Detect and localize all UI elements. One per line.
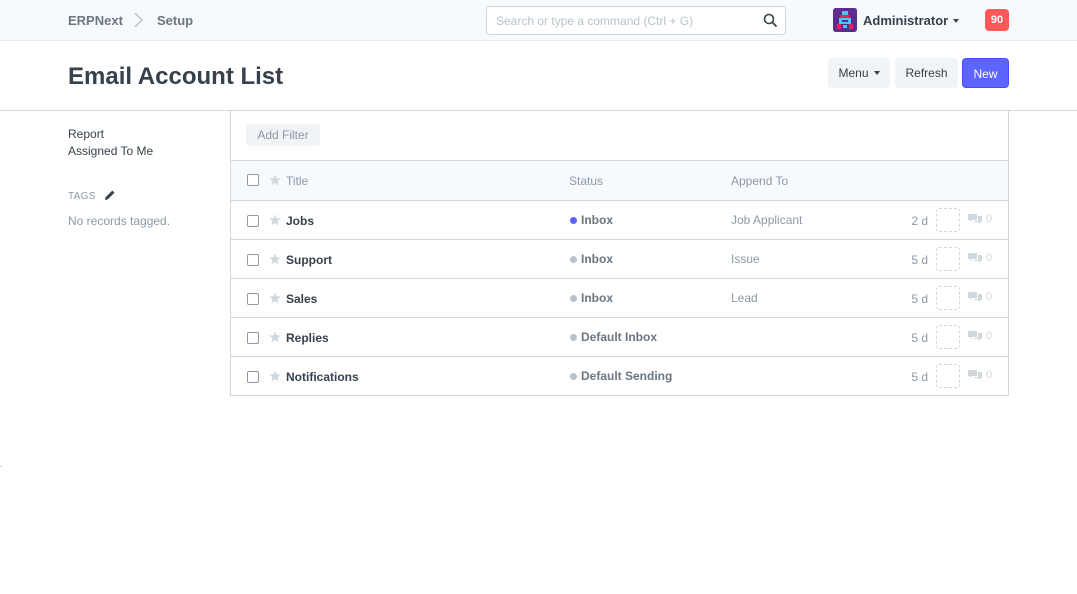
list-view: Add Filter Title Status Append To Jobs I… (230, 111, 1009, 396)
star-icon[interactable] (269, 370, 281, 382)
comment-icon (968, 370, 982, 380)
row-title[interactable]: Replies (286, 331, 329, 345)
row-title[interactable]: Jobs (286, 214, 314, 228)
comment-count: 0 (986, 369, 993, 381)
list-row[interactable]: Sales Inbox Lead 5 d 0 (231, 279, 1008, 318)
comment-icon (968, 292, 982, 302)
column-header-status: Status (569, 174, 604, 188)
list-row[interactable]: Jobs Inbox Job Applicant 2 d 0 (231, 201, 1008, 240)
comment-count: 0 (986, 330, 993, 342)
row-checkbox[interactable] (247, 332, 259, 344)
menu-button-label: Menu (838, 66, 869, 80)
row-modified: 2 d (911, 214, 928, 228)
row-checkbox[interactable] (247, 254, 259, 266)
status-indicator-dot (570, 217, 577, 224)
comment-count: 0 (986, 213, 993, 225)
row-modified: 5 d (911, 253, 928, 267)
row-status[interactable]: Inbox (581, 252, 613, 266)
row-status[interactable]: Inbox (581, 213, 613, 227)
caret-down-icon (953, 18, 960, 23)
row-modified: 5 d (911, 331, 928, 345)
refresh-button[interactable]: Refresh (895, 58, 958, 88)
row-checkbox[interactable] (247, 371, 259, 383)
row-status[interactable]: Default Sending (581, 369, 672, 383)
row-checkbox[interactable] (247, 215, 259, 227)
brand-link[interactable]: ERPNext (68, 13, 123, 28)
menu-button[interactable]: Menu (828, 58, 890, 88)
status-indicator-dot (570, 334, 577, 341)
row-checkbox[interactable] (247, 293, 259, 305)
list-row[interactable]: Replies Default Inbox 5 d 0 (231, 318, 1008, 357)
select-all-checkbox[interactable] (247, 174, 259, 186)
sidebar-assigned-to-me-link[interactable]: Assigned To Me (68, 144, 153, 158)
star-icon[interactable] (269, 253, 281, 265)
user-name: Administrator (863, 13, 949, 28)
sidebar-report-link[interactable]: Report (68, 127, 104, 141)
status-indicator-dot (570, 373, 577, 380)
row-append-to[interactable]: Issue (731, 252, 760, 266)
caret-down-icon (873, 70, 880, 75)
list-row[interactable]: Notifications Default Sending 5 d 0 (231, 357, 1008, 396)
assign-avatar-placeholder[interactable] (936, 325, 960, 349)
new-button[interactable]: New (962, 58, 1009, 88)
list-row[interactable]: Support Inbox Issue 5 d 0 (231, 240, 1008, 279)
page-title: Email Account List (68, 63, 284, 90)
star-icon[interactable] (269, 292, 281, 304)
row-modified: 5 d (911, 292, 928, 306)
status-indicator-dot (570, 295, 577, 302)
star-icon[interactable] (269, 214, 281, 226)
row-append-to[interactable]: Lead (731, 291, 758, 305)
row-title[interactable]: Notifications (286, 370, 359, 384)
column-header-title: Title (286, 174, 309, 188)
row-status[interactable]: Default Inbox (581, 330, 657, 344)
row-title[interactable]: Sales (286, 292, 317, 306)
chevron-right-icon (134, 12, 144, 28)
comment-icon (968, 253, 982, 263)
user-avatar-icon (833, 8, 857, 32)
row-status[interactable]: Inbox (581, 291, 613, 305)
row-append-to[interactable]: Job Applicant (731, 213, 802, 227)
pencil-icon[interactable] (104, 189, 116, 201)
breadcrumb-setup[interactable]: Setup (157, 13, 193, 28)
comment-count: 0 (986, 252, 993, 264)
column-header-append-to: Append To (731, 174, 789, 188)
search-bar[interactable] (486, 6, 786, 35)
user-menu[interactable]: Administrator (863, 13, 960, 28)
page-head: Email Account List Menu Refresh New (0, 41, 1077, 111)
divider (0, 466, 2, 467)
comment-icon (968, 331, 982, 341)
assign-avatar-placeholder[interactable] (936, 286, 960, 310)
comment-count: 0 (986, 291, 993, 303)
assign-avatar-placeholder[interactable] (936, 247, 960, 271)
avatar[interactable] (833, 8, 857, 32)
assign-avatar-placeholder[interactable] (936, 364, 960, 388)
tags-label: TAGS (68, 191, 96, 202)
filter-area: Add Filter (231, 111, 1008, 161)
row-modified: 5 d (911, 370, 928, 384)
navbar: ERPNext Setup Administrator 90 (0, 0, 1077, 41)
status-indicator-dot (570, 256, 577, 263)
star-icon (269, 174, 281, 186)
list-header: Title Status Append To (231, 161, 1008, 201)
no-tags-text: No records tagged. (68, 214, 171, 228)
search-input[interactable] (496, 13, 756, 29)
row-title[interactable]: Support (286, 253, 332, 267)
assign-avatar-placeholder[interactable] (936, 208, 960, 232)
search-icon[interactable] (763, 13, 778, 28)
notification-badge[interactable]: 90 (985, 9, 1009, 31)
star-icon[interactable] (269, 331, 281, 343)
comment-icon (968, 214, 982, 224)
add-filter-button[interactable]: Add Filter (246, 124, 320, 146)
